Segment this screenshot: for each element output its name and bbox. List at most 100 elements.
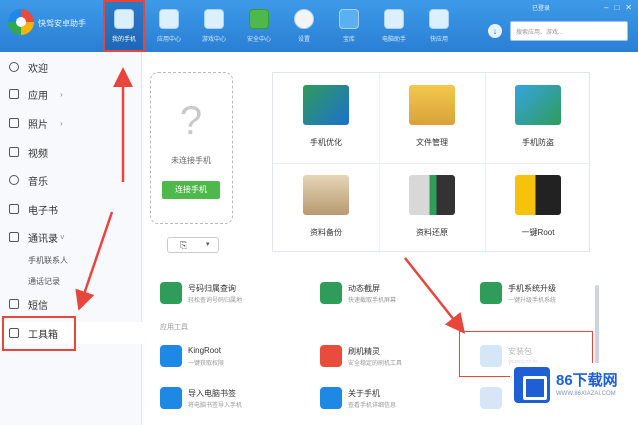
tool-row-about-phone[interactable]: 关于手机 查看手机详细信息 — [320, 386, 460, 414]
sidebar-item-contacts[interactable]: 通讯录 ˅ — [0, 226, 142, 248]
download-icon[interactable]: ↓ — [488, 24, 502, 38]
nav-label: 我的手机 — [111, 37, 136, 43]
tool-row-screen-capture[interactable]: 动态截屏 快速截取手机屏幕 — [320, 281, 460, 309]
tool-name: 手机系统升级 — [508, 284, 556, 293]
welcome-icon — [9, 62, 19, 72]
nav-my-phone[interactable]: 我的手机 — [103, 0, 145, 52]
sidebar-subitem-call-log[interactable]: 通话记录 — [28, 276, 60, 287]
screenshot-button[interactable]: ⎘ ▾ — [167, 237, 219, 253]
tile-file-manager[interactable]: 文件管理 — [379, 73, 485, 163]
tile-restore[interactable]: 资料还原 — [379, 163, 485, 253]
tool-name: 刷机精灵 — [348, 347, 380, 356]
sidebar-item-videos[interactable]: 视频 — [0, 141, 142, 163]
tile-label: 资料还原 — [416, 228, 448, 237]
chevron-right-icon: › — [60, 118, 63, 128]
apps-icon — [9, 89, 19, 99]
tile-label: 一键Root — [521, 228, 555, 237]
app-logo — [8, 9, 34, 35]
window-icon — [429, 9, 449, 29]
key-icon — [515, 175, 561, 215]
info-icon — [320, 387, 342, 409]
tool-desc: 一键获取权限 — [188, 361, 225, 367]
tile-label: 手机优化 — [310, 138, 342, 147]
sidebar-item-music[interactable]: 音乐 — [0, 169, 142, 191]
tool-row-import-bookmarks[interactable]: 导入电脑书签 将电脑书签导入手机 — [160, 386, 310, 414]
sidebar-item-apps[interactable]: 应用 › — [0, 83, 142, 105]
tool-desc: 快速截取手机屏幕 — [348, 298, 397, 304]
nav-quick-app[interactable]: 快应用 — [418, 0, 460, 52]
tool-row-flash-tool[interactable]: 刷机精灵 安全稳定的刷机工具 — [320, 344, 460, 372]
tool-desc: 轻松查询号码归属地 — [188, 298, 243, 304]
video-icon — [9, 147, 19, 157]
sidebar-item-welcome[interactable]: 欢迎 — [0, 56, 142, 78]
question-mark-icon: ? — [179, 99, 203, 143]
chevron-right-icon: › — [60, 89, 63, 99]
tool-desc: 查看手机详细信息 — [348, 403, 397, 409]
sidebar-item-label: 电子书 — [28, 205, 58, 217]
photo-icon — [9, 118, 19, 128]
nav-store[interactable]: 宝库 — [328, 0, 370, 52]
upgrade-icon — [480, 282, 502, 304]
search-input[interactable]: 搜索应用、游戏... — [510, 21, 628, 41]
nav-label: 电脑助手 — [381, 37, 406, 43]
crown-icon — [160, 345, 182, 367]
nav-pc-helper[interactable]: 电脑助手 — [373, 0, 415, 52]
screenshot-icon: ⎘ — [180, 240, 188, 250]
sidebar-item-ebooks[interactable]: 电子书 — [0, 198, 142, 220]
maximize-button[interactable]: □ — [614, 3, 619, 12]
nav-label: 快应用 — [429, 37, 448, 43]
tool-row-system-upgrade[interactable]: 手机系统升级 一键升级手机系统 — [480, 281, 590, 309]
tile-one-click-root[interactable]: 一键Root — [485, 163, 591, 253]
download-icon — [480, 387, 502, 409]
watermark-brand: 86下载网 — [556, 372, 618, 389]
close-button[interactable]: ✕ — [625, 3, 632, 12]
watermark-url: WWW.86XIAZAI.COM — [556, 391, 616, 397]
game-icon — [204, 9, 224, 29]
tools-grid: 手机优化 文件管理 手机防盗 资料备份 资料还原 一键Root — [272, 72, 591, 253]
sidebar-item-sms[interactable]: 短信 — [0, 293, 142, 315]
minimize-button[interactable]: – — [604, 3, 608, 12]
sidebar-item-label: 短信 — [28, 300, 48, 312]
app-title: 快驾安卓助手 — [38, 19, 86, 28]
search-icon — [160, 282, 182, 304]
sidebar-item-label: 照片 — [28, 119, 48, 131]
sidebar-item-label: 视频 — [28, 148, 48, 160]
sidebar-item-photos[interactable]: 照片 › — [0, 112, 142, 134]
highlight-box-toolbox — [2, 316, 76, 351]
screenshot-icon — [320, 282, 342, 304]
connect-phone-button[interactable]: 连接手机 — [162, 181, 220, 199]
clock-icon — [294, 9, 314, 29]
nav-security[interactable]: 安全中心 — [238, 0, 280, 52]
chevron-down-icon[interactable]: ▾ — [206, 240, 210, 248]
nav-label: 宝库 — [342, 37, 355, 43]
box-icon — [339, 9, 359, 29]
tile-label: 资料备份 — [310, 228, 342, 237]
apps-icon — [159, 9, 179, 29]
nav-apps[interactable]: 应用中心 — [148, 0, 190, 52]
folder-icon — [409, 85, 455, 125]
sidebar-subitem-phone-contacts[interactable]: 手机联系人 — [28, 255, 68, 266]
music-icon — [9, 175, 19, 185]
backup-icon — [303, 175, 349, 215]
window-controls: – □ ✕ — [604, 3, 632, 12]
monitor-icon — [384, 9, 404, 29]
nav-label: 游戏中心 — [201, 37, 226, 43]
sidebar: 欢迎 应用 › 照片 › 视频 音乐 电子书 通讯录 ˅ 手机联系人 通话记录 … — [0, 52, 142, 425]
tool-row-number-lookup[interactable]: 号码归属查询 轻松查询号码归属地 — [160, 281, 310, 309]
anti-theft-icon — [515, 85, 561, 125]
bookmark-icon — [160, 387, 182, 409]
nav-label: 安全中心 — [246, 37, 271, 43]
restore-icon — [409, 175, 455, 215]
nav-games[interactable]: 游戏中心 — [193, 0, 235, 52]
tile-phone-optimize[interactable]: 手机优化 — [273, 73, 379, 163]
nav-settings[interactable]: 设置 — [283, 0, 325, 52]
tool-row-kingroot[interactable]: KingRoot 一键获取权限 — [160, 344, 310, 372]
tool-name: 动态截屏 — [348, 284, 380, 293]
book-icon — [9, 204, 19, 214]
tile-backup[interactable]: 资料备份 — [273, 163, 379, 253]
tool-row-download[interactable] — [480, 386, 510, 414]
tile-anti-theft[interactable]: 手机防盗 — [485, 73, 591, 163]
nav-label: 应用中心 — [156, 37, 181, 43]
tile-label: 文件管理 — [416, 138, 448, 147]
login-status[interactable]: 已登录 — [532, 3, 550, 12]
